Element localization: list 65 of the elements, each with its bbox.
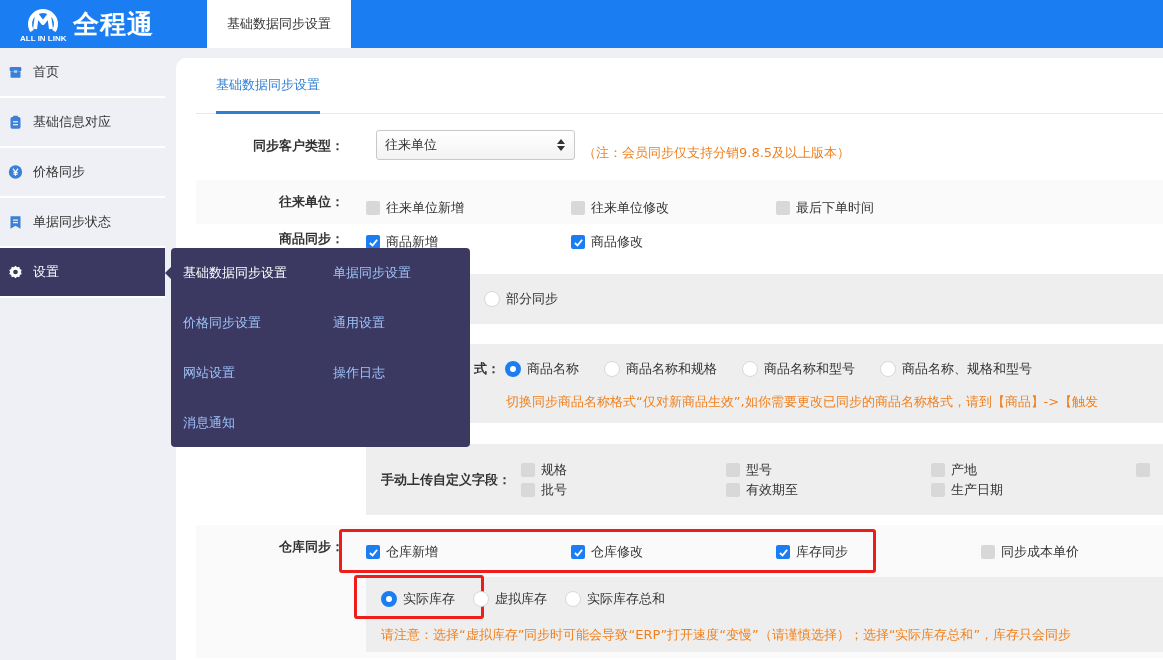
field-label: 往来单位： <box>278 193 345 211</box>
checkbox-label[interactable]: 生产日期 <box>951 480 1003 499</box>
field-label: 式： <box>474 360 500 378</box>
bookmark-icon <box>8 214 23 230</box>
radio-label[interactable]: 部分同步 <box>506 290 558 308</box>
checkbox-label[interactable]: 产地 <box>951 460 977 479</box>
checkbox[interactable] <box>776 201 790 215</box>
home-icon <box>8 64 23 80</box>
stock-warning-note: 请注意：选择“虚拟库存”同步时可能会导致“ERP”打开速度“变慢”（请谨慎选择）；选择“实际库存总和”，库存只会同步 <box>381 627 1072 642</box>
checkbox[interactable] <box>366 545 380 559</box>
submenu-item[interactable]: 基础数据同步设置 <box>171 248 321 298</box>
settings-icon <box>8 264 23 280</box>
format-note: 切换同步商品名称格式“仅对新商品生效”,如你需要更改已同步的商品名称格式，请到【商品】->【触发 <box>506 394 1099 409</box>
checkbox[interactable] <box>571 235 585 249</box>
submenu-item[interactable]: 通用设置 <box>321 298 470 348</box>
sidebar-item[interactable]: 设置 <box>0 248 165 298</box>
checkbox-label[interactable]: 商品修改 <box>591 233 643 251</box>
checkbox[interactable] <box>571 201 585 215</box>
sort-arrows-icon <box>556 138 566 152</box>
checkbox[interactable] <box>571 545 585 559</box>
checkbox-label[interactable]: 商品新增 <box>386 233 438 251</box>
radio-label[interactable]: 虚拟库存 <box>495 590 547 608</box>
radio-label[interactable]: 商品名称 <box>527 360 579 378</box>
radio-label[interactable]: 实际库存总和 <box>587 590 665 608</box>
checkbox[interactable] <box>981 545 995 559</box>
checkbox-label[interactable]: 往来单位修改 <box>591 199 669 217</box>
header-tab[interactable]: 基础数据同步设置 <box>207 0 351 48</box>
submenu-item[interactable]: 网站设置 <box>171 348 321 398</box>
checkbox-label[interactable]: 型号 <box>746 460 772 479</box>
checkbox-label[interactable]: 仓库新增 <box>386 543 438 561</box>
customer-type-select[interactable]: 往来单位 <box>376 130 575 160</box>
clipboard-icon <box>8 114 23 130</box>
checkbox-label[interactable]: 同步成本单价 <box>1001 543 1079 561</box>
version-note: （注：会员同步仅支持分销9.8.5及以上版本） <box>583 144 851 162</box>
checkbox-label[interactable]: 规格 <box>541 460 567 479</box>
field-label: 仓库同步： <box>278 538 345 556</box>
radio-label[interactable]: 商品名称、规格和型号 <box>902 360 1032 378</box>
logo-title: 全程通 <box>72 7 154 41</box>
checkbox-label[interactable]: 往来单位新增 <box>386 199 464 217</box>
checkbox-label[interactable]: 最后下单时间 <box>796 199 874 217</box>
logo-tagline: ALL IN LINK <box>20 34 67 42</box>
checkbox-label[interactable]: 有效期至 <box>746 480 798 499</box>
checkbox[interactable] <box>366 201 380 215</box>
checkbox-label[interactable]: 批号 <box>541 480 567 499</box>
field-label: 同步客户类型： <box>252 137 345 155</box>
page-tab[interactable]: 基础数据同步设置 <box>216 58 320 114</box>
submenu-item[interactable]: 单据同步设置 <box>321 248 470 298</box>
radio-button[interactable] <box>505 361 521 377</box>
submenu-item[interactable]: 消息通知 <box>171 398 321 448</box>
sidebar-item[interactable]: 首页 <box>0 48 165 98</box>
checkbox-label[interactable]: 库存同步 <box>796 543 848 561</box>
field-label: 手动上传自定义字段： <box>381 470 512 489</box>
radio-label[interactable]: 实际库存 <box>403 590 455 608</box>
sidebar-item[interactable]: 基础信息对应 <box>0 98 165 148</box>
field-label: 商品同步： <box>278 230 345 248</box>
radio-label[interactable]: 商品名称和型号 <box>764 360 855 378</box>
yen-icon <box>8 164 23 180</box>
submenu-item[interactable]: 操作日志 <box>321 348 470 398</box>
radio-label[interactable]: 商品名称和规格 <box>626 360 717 378</box>
sidebar-item[interactable]: 价格同步 <box>0 148 165 198</box>
checkbox[interactable] <box>776 545 790 559</box>
checkbox[interactable] <box>366 235 380 249</box>
radio-button[interactable] <box>381 591 397 607</box>
submenu-item[interactable]: 价格同步设置 <box>171 298 321 348</box>
checkbox-label[interactable]: 仓库修改 <box>591 543 643 561</box>
